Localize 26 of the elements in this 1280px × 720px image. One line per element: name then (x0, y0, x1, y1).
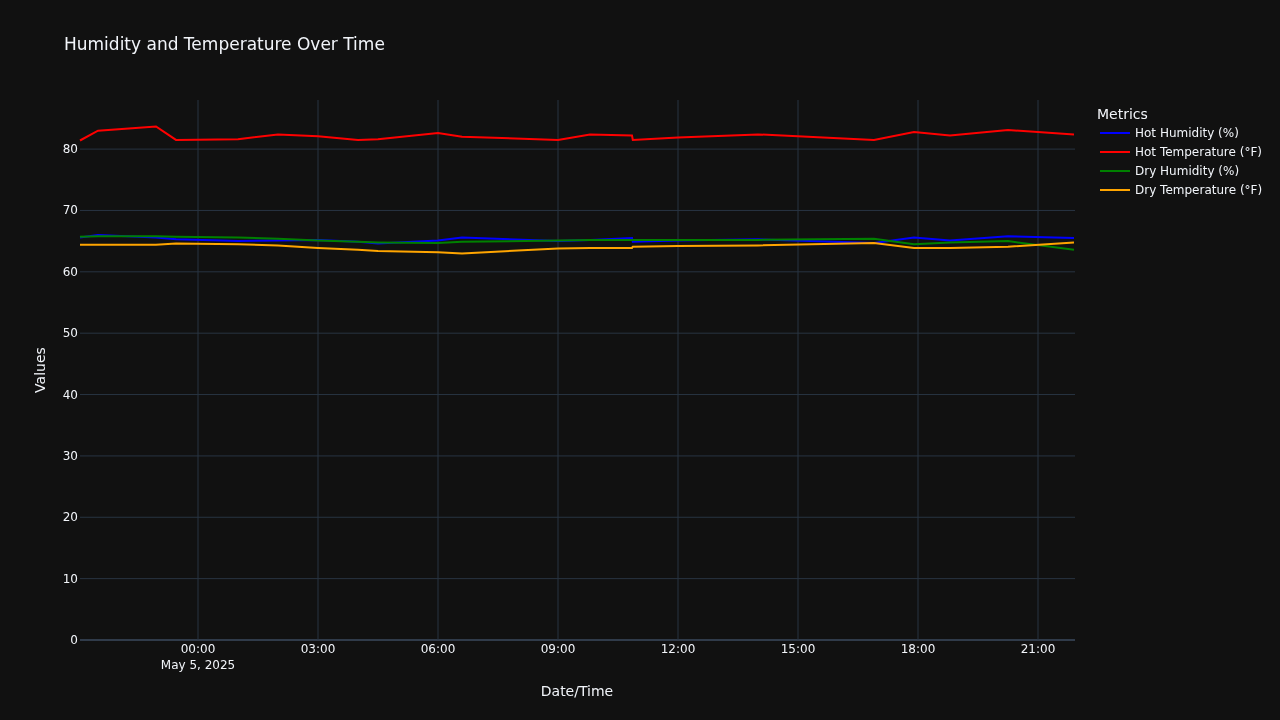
legend-label: Dry Temperature (°F) (1135, 183, 1263, 197)
legend-title: Metrics (1097, 106, 1148, 122)
y-tick-label: 80 (62, 142, 78, 157)
x-tick-label: 09:00 (540, 642, 576, 656)
y-tick-label: 10 (62, 571, 78, 586)
y-tick-label: 70 (62, 203, 78, 218)
y-tick-label: 60 (62, 264, 78, 279)
y-tick-label: 40 (62, 387, 78, 402)
legend-label: Dry Humidity (%) (1135, 164, 1240, 178)
x-tick-label: 21:00 (1020, 642, 1056, 656)
y-tick-label: 0 (70, 633, 78, 647)
y-tick-label: 50 (62, 326, 78, 341)
y-tick-label: 20 (62, 510, 78, 525)
x-tick-label: 18:00 (900, 642, 936, 656)
x-date-label: May 5, 2025 (160, 658, 236, 672)
chart-title: Humidity and Temperature Over Time (64, 34, 385, 54)
x-axis-title: Date/Time (540, 683, 614, 699)
x-tick-label: 06:00 (420, 642, 456, 656)
x-tick-label: 12:00 (660, 642, 696, 656)
legend-label: Hot Temperature (°F) (1135, 145, 1262, 159)
x-tick-label: 00:00 (180, 642, 216, 656)
x-tick-label: 03:00 (300, 642, 336, 656)
y-tick-label: 30 (62, 448, 78, 463)
legend-label: Hot Humidity (%) (1135, 126, 1239, 140)
x-tick-label: 15:00 (780, 642, 816, 656)
y-axis-title: Values (32, 347, 48, 393)
